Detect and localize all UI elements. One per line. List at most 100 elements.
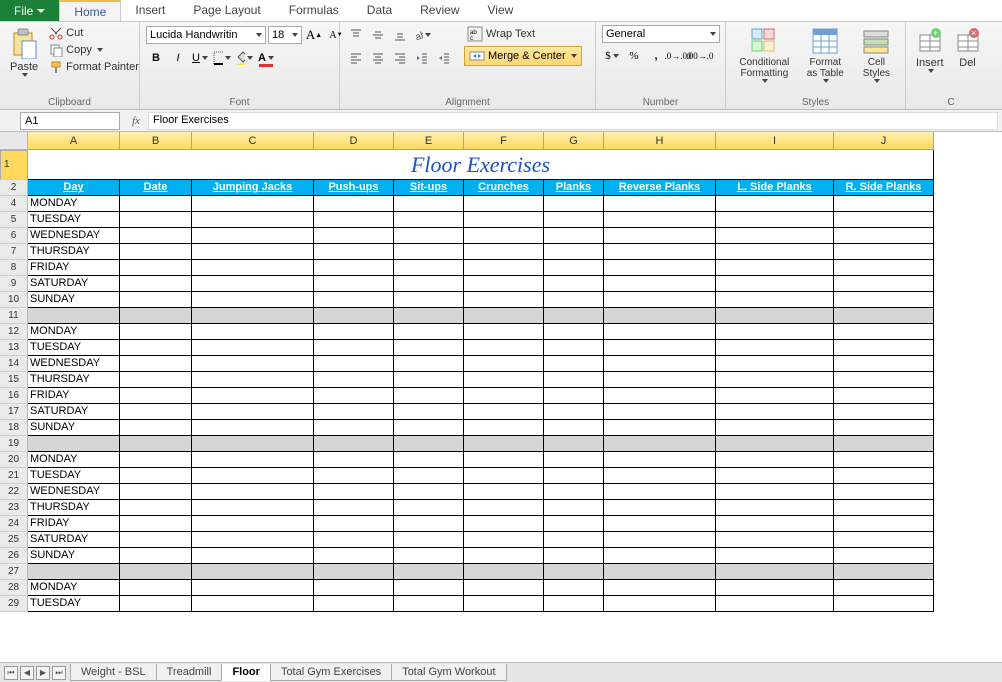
data-cell[interactable] bbox=[544, 260, 604, 276]
merge-center-button[interactable]: Merge & Center bbox=[464, 46, 582, 66]
data-cell[interactable] bbox=[834, 356, 934, 372]
row-header[interactable]: 11 bbox=[0, 308, 28, 324]
data-cell[interactable] bbox=[544, 532, 604, 548]
data-cell[interactable] bbox=[716, 388, 834, 404]
data-cell[interactable] bbox=[314, 436, 394, 452]
formula-input[interactable]: Floor Exercises bbox=[148, 112, 998, 130]
data-cell[interactable] bbox=[604, 564, 716, 580]
header-cell[interactable]: Reverse Planks bbox=[604, 180, 716, 196]
data-cell[interactable] bbox=[394, 372, 464, 388]
data-cell[interactable] bbox=[834, 452, 934, 468]
data-cell[interactable] bbox=[716, 212, 834, 228]
data-cell[interactable] bbox=[394, 532, 464, 548]
fx-icon[interactable]: fx bbox=[124, 115, 148, 127]
data-cell[interactable]: TUESDAY bbox=[28, 596, 120, 612]
align-top-button[interactable] bbox=[346, 25, 366, 45]
data-cell[interactable]: SATURDAY bbox=[28, 404, 120, 420]
conditional-formatting-button[interactable]: Conditional Formatting bbox=[732, 25, 797, 85]
row-header[interactable]: 24 bbox=[0, 516, 28, 532]
sheet-tab[interactable]: Floor bbox=[221, 664, 271, 681]
data-cell[interactable]: THURSDAY bbox=[28, 372, 120, 388]
row-header[interactable]: 13 bbox=[0, 340, 28, 356]
data-cell[interactable] bbox=[604, 404, 716, 420]
align-left-button[interactable] bbox=[346, 48, 366, 68]
row-header[interactable]: 9 bbox=[0, 276, 28, 292]
data-cell[interactable] bbox=[192, 436, 314, 452]
data-cell[interactable] bbox=[544, 564, 604, 580]
data-cell[interactable] bbox=[394, 404, 464, 420]
align-center-button[interactable] bbox=[368, 48, 388, 68]
data-cell[interactable] bbox=[394, 340, 464, 356]
data-cell[interactable] bbox=[716, 564, 834, 580]
data-cell[interactable] bbox=[192, 388, 314, 404]
data-cell[interactable] bbox=[834, 340, 934, 356]
row-header[interactable]: 10 bbox=[0, 292, 28, 308]
row-header[interactable]: 15 bbox=[0, 372, 28, 388]
data-cell[interactable] bbox=[834, 276, 934, 292]
data-cell[interactable] bbox=[834, 196, 934, 212]
data-cell[interactable]: WEDNESDAY bbox=[28, 228, 120, 244]
data-cell[interactable] bbox=[120, 500, 192, 516]
col-header-A[interactable]: A bbox=[28, 132, 120, 150]
data-cell[interactable] bbox=[192, 308, 314, 324]
row-header[interactable]: 16 bbox=[0, 388, 28, 404]
data-cell[interactable] bbox=[192, 212, 314, 228]
increase-indent-button[interactable] bbox=[434, 48, 454, 68]
data-cell[interactable] bbox=[464, 228, 544, 244]
tab-view[interactable]: View bbox=[474, 0, 528, 21]
data-cell[interactable]: MONDAY bbox=[28, 196, 120, 212]
data-cell[interactable] bbox=[716, 404, 834, 420]
data-cell[interactable] bbox=[544, 500, 604, 516]
data-cell[interactable] bbox=[716, 260, 834, 276]
data-cell[interactable] bbox=[314, 532, 394, 548]
fill-color-button[interactable] bbox=[234, 48, 254, 68]
data-cell[interactable] bbox=[192, 372, 314, 388]
data-cell[interactable] bbox=[120, 404, 192, 420]
tab-review[interactable]: Review bbox=[406, 0, 473, 21]
col-header-H[interactable]: H bbox=[604, 132, 716, 150]
data-cell[interactable] bbox=[120, 532, 192, 548]
decrease-indent-button[interactable] bbox=[412, 48, 432, 68]
data-cell[interactable] bbox=[464, 596, 544, 612]
data-cell[interactable] bbox=[192, 468, 314, 484]
data-cell[interactable] bbox=[544, 292, 604, 308]
data-cell[interactable] bbox=[192, 452, 314, 468]
data-cell[interactable] bbox=[192, 196, 314, 212]
data-cell[interactable] bbox=[834, 564, 934, 580]
data-cell[interactable]: THURSDAY bbox=[28, 500, 120, 516]
data-cell[interactable] bbox=[716, 244, 834, 260]
underline-button[interactable]: U bbox=[190, 48, 210, 68]
data-cell[interactable] bbox=[394, 580, 464, 596]
data-cell[interactable] bbox=[192, 244, 314, 260]
header-cell[interactable]: Push-ups bbox=[314, 180, 394, 196]
data-cell[interactable] bbox=[464, 420, 544, 436]
data-cell[interactable] bbox=[604, 372, 716, 388]
data-cell[interactable] bbox=[120, 340, 192, 356]
data-cell[interactable] bbox=[314, 276, 394, 292]
data-cell[interactable] bbox=[120, 292, 192, 308]
header-cell[interactable]: Jumping Jacks bbox=[192, 180, 314, 196]
data-cell[interactable] bbox=[604, 212, 716, 228]
header-cell[interactable]: Sit-ups bbox=[394, 180, 464, 196]
insert-cells-button[interactable]: +Insert bbox=[912, 25, 948, 75]
copy-button[interactable]: Copy bbox=[46, 42, 142, 58]
data-cell[interactable] bbox=[544, 308, 604, 324]
data-cell[interactable] bbox=[716, 436, 834, 452]
data-cell[interactable] bbox=[544, 356, 604, 372]
bold-button[interactable]: B bbox=[146, 48, 166, 68]
data-cell[interactable] bbox=[716, 452, 834, 468]
data-cell[interactable] bbox=[120, 356, 192, 372]
data-cell[interactable] bbox=[394, 420, 464, 436]
delete-cells-button[interactable]: ×Del bbox=[952, 25, 984, 71]
tab-home[interactable]: Home bbox=[59, 0, 121, 21]
row-header[interactable]: 1 bbox=[0, 150, 28, 180]
data-cell[interactable] bbox=[394, 324, 464, 340]
data-cell[interactable] bbox=[604, 548, 716, 564]
data-cell[interactable] bbox=[834, 468, 934, 484]
comma-button[interactable]: , bbox=[646, 46, 666, 66]
data-cell[interactable] bbox=[394, 452, 464, 468]
data-cell[interactable] bbox=[314, 596, 394, 612]
data-cell[interactable]: SATURDAY bbox=[28, 276, 120, 292]
row-header[interactable]: 2 bbox=[0, 180, 28, 196]
data-cell[interactable] bbox=[314, 228, 394, 244]
